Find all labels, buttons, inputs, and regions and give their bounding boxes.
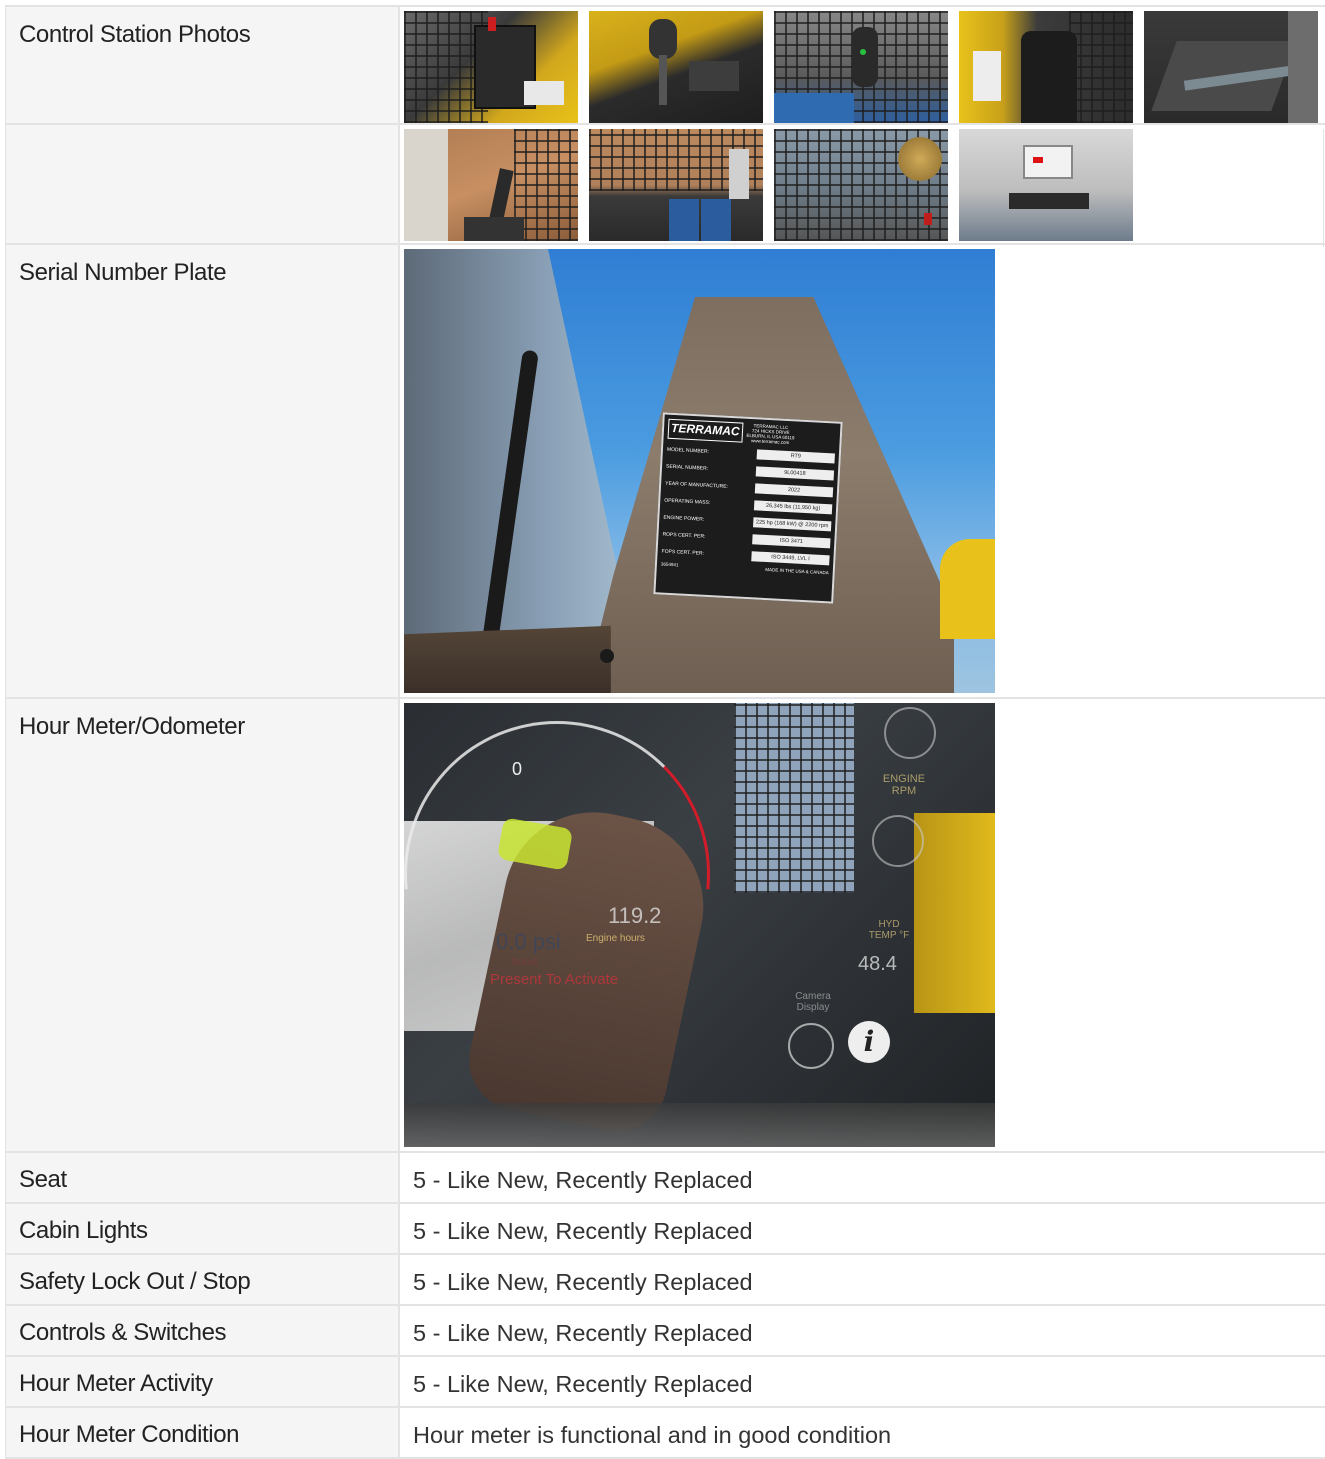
engine-hours-label: Engine hours (586, 933, 645, 944)
plate-field-key: ENGINE POWER: (663, 514, 705, 523)
rating-label: Seat (5, 1153, 400, 1202)
rating-row: Hour Meter Activity 5 - Like New, Recentl… (5, 1357, 1325, 1408)
rating-row: Seat 5 - Like New, Recently Replaced (5, 1153, 1325, 1204)
serial-plate-label: Serial Number Plate (5, 245, 400, 697)
plate-footer-origin: MADE IN THE USA & CANADA (765, 566, 829, 576)
control-station-photo-8[interactable] (774, 129, 948, 241)
hyd-temp-value: 48.4 (858, 953, 897, 975)
rating-value: 5 - Like New, Recently Replaced (413, 1320, 753, 1346)
rating-row: Controls & Switches 5 - Like New, Recentl… (5, 1306, 1325, 1357)
plate-footer-number: 3654941 (660, 561, 679, 568)
info-icon[interactable]: i (848, 1021, 890, 1063)
control-station-photo-7[interactable] (589, 129, 763, 241)
hour-meter-row: Hour Meter/Odometer 0 119.2 Engine hours… (5, 699, 1325, 1153)
control-station-photo-3[interactable] (774, 11, 948, 123)
hour-meter-label: Hour Meter/Odometer (5, 699, 400, 1151)
serial-plate: TERRAMAC TERRAMAC LLC 724 HICKS DRIVE EL… (653, 412, 843, 604)
control-station-photo-6[interactable] (404, 129, 578, 241)
control-station-photo-1[interactable] (404, 11, 578, 123)
activate-prompt: Present To Activate (490, 971, 619, 988)
plate-field-value: 9L00418 (755, 465, 835, 480)
boost-label: Boost (512, 957, 538, 968)
plate-field-key: MODEL NUMBER: (666, 446, 710, 455)
camera-display-label: Camera Display (795, 991, 831, 1013)
rating-list: Seat 5 - Like New, Recently Replaced Cabin… (5, 1153, 1325, 1459)
plate-field-value: 225 hp (168 kW) @ 2200 rpm (753, 516, 832, 531)
empty-photo-slot (1144, 129, 1324, 247)
rating-label: Safety Lock Out / Stop (5, 1255, 400, 1304)
plate-field-key: OPERATING MASS: (664, 497, 711, 506)
plate-field-value: 26,345 lbs (11,950 kg) (753, 499, 833, 514)
engine-rpm-label: ENGINE RPM (882, 773, 926, 797)
serial-plate-photo[interactable]: TERRAMAC TERRAMAC LLC 724 HICKS DRIVE EL… (404, 249, 995, 693)
rating-label: Cabin Lights (5, 1204, 400, 1253)
control-station-row: Control Station Photos (5, 5, 1325, 125)
control-station-label: Control Station Photos (5, 7, 400, 123)
rating-value: 5 - Like New, Recently Replaced (413, 1167, 753, 1193)
plate-brand: TERRAMAC (667, 418, 744, 443)
plate-field-key: FOPS CERT. PER: (661, 548, 705, 557)
hyd-temp-label: HYD TEMP °F (868, 919, 910, 941)
rating-label: Controls & Switches (5, 1306, 400, 1355)
control-station-photo-4[interactable] (959, 11, 1133, 123)
plate-fields: MODEL NUMBER: RT9 SERIAL NUMBER: 9L00418 YEA… (657, 440, 839, 568)
control-station-photo-9[interactable] (959, 129, 1133, 241)
control-station-photo-2[interactable] (589, 11, 763, 123)
engine-hours-value: 119.2 (608, 903, 662, 928)
rating-label: Hour Meter Condition (5, 1408, 400, 1457)
rating-row: Hour Meter Condition Hour meter is functi… (5, 1408, 1325, 1459)
rating-value: 5 - Like New, Recently Replaced (413, 1371, 753, 1397)
plate-field-key: YEAR OF MANUFACTURE: (665, 480, 729, 490)
rpm-up-button[interactable] (884, 707, 936, 759)
gauge-zero-value: 0 (512, 759, 523, 779)
plate-field-value: RT9 (756, 448, 835, 463)
control-station-photo-5[interactable] (1144, 11, 1318, 123)
plate-field-key: ROPS CERT. PER: (662, 531, 706, 540)
plate-field-key: SERIAL NUMBER: (665, 463, 709, 472)
rpm-down-button[interactable] (872, 815, 924, 867)
inspection-report: Control Station Photos Serial Number Pla… (5, 5, 1325, 1459)
rating-value: 5 - Like New, Recently Replaced (413, 1269, 753, 1295)
empty-label-cell (5, 125, 400, 243)
rating-row: Safety Lock Out / Stop 5 - Like New, Rece… (5, 1255, 1325, 1306)
control-station-row-2 (5, 125, 1325, 247)
boost-pressure-value: 0.0 psi (496, 929, 561, 954)
rating-row: Cabin Lights 5 - Like New, Recently Repla… (5, 1204, 1325, 1255)
rating-label: Hour Meter Activity (5, 1357, 400, 1406)
rating-value: Hour meter is functional and in good con… (413, 1422, 892, 1448)
plate-field-value: 2022 (754, 482, 834, 497)
rating-value: 5 - Like New, Recently Replaced (413, 1218, 753, 1244)
hour-meter-photo[interactable]: 0 119.2 Engine hours 0.0 psi Boost Prese… (404, 703, 995, 1147)
plate-field-value: ISO 3449, LVL I (751, 550, 830, 565)
serial-plate-row: Serial Number Plate TERRAMAC TERRAMAC LL… (5, 245, 1325, 699)
plate-field-value: ISO 3471 (752, 533, 831, 548)
camera-button[interactable] (788, 1023, 834, 1069)
